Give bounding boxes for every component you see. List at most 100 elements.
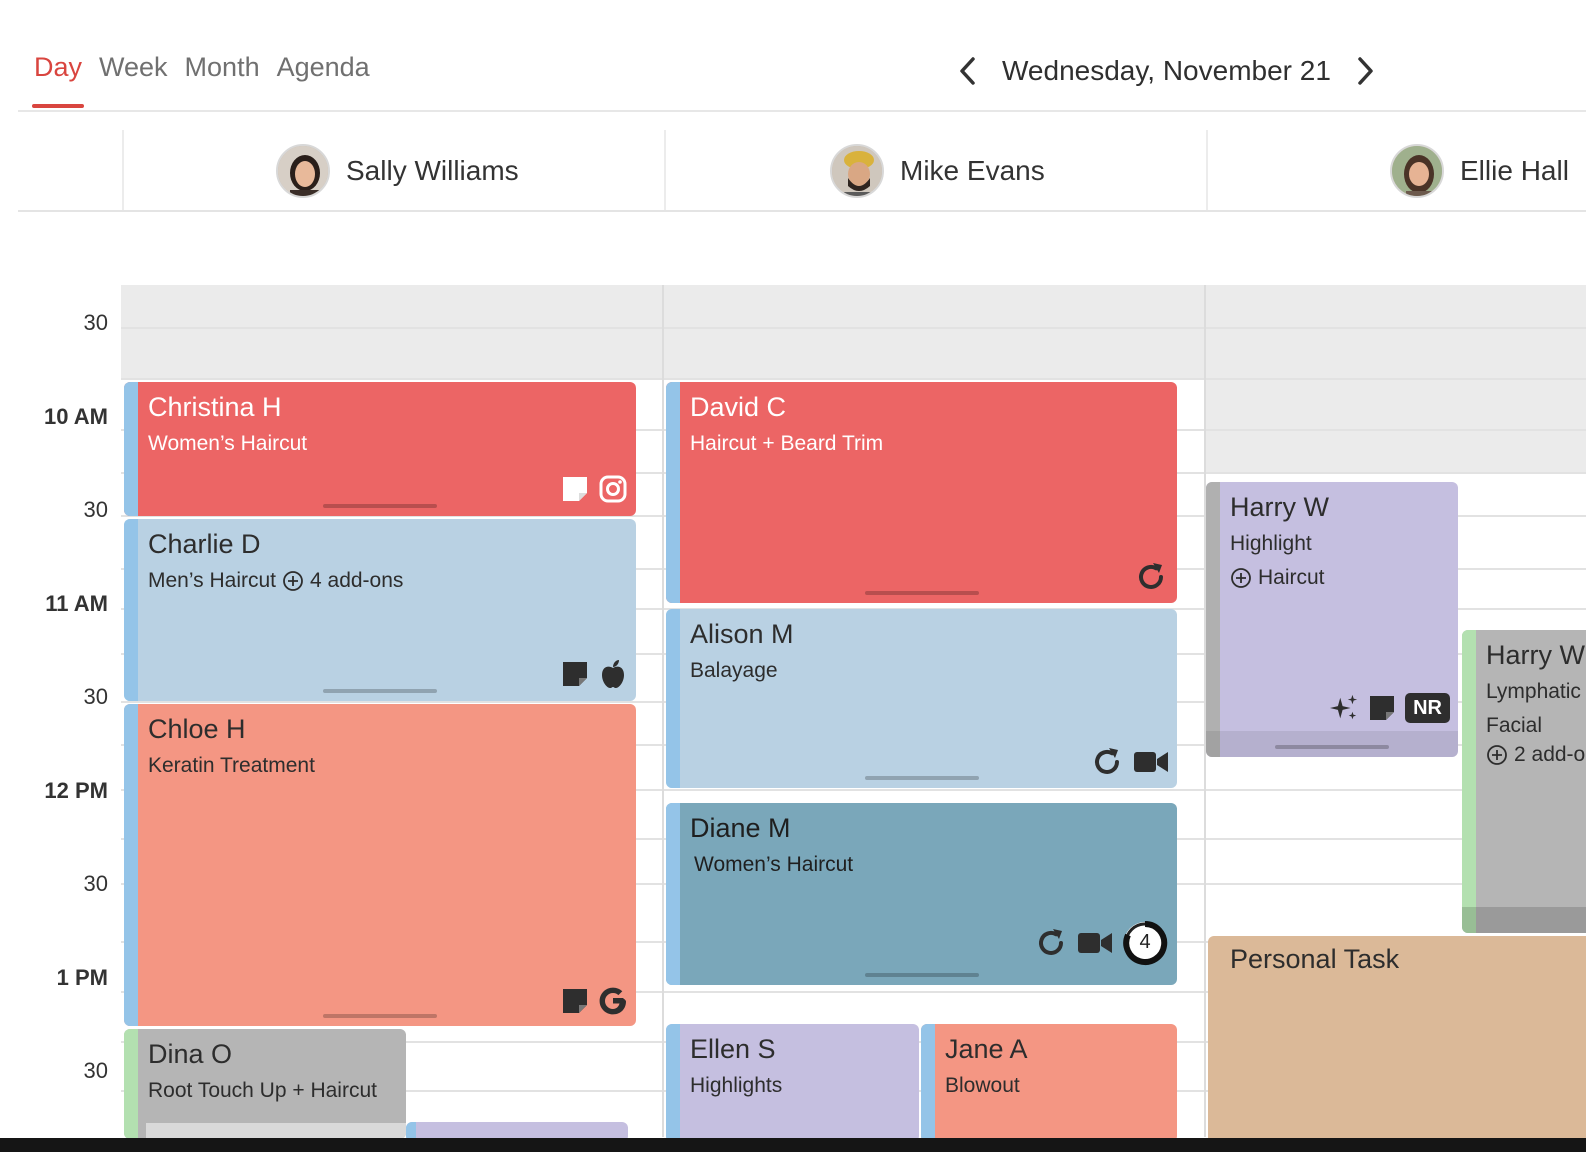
time-label: 12 PM	[44, 778, 108, 803]
grid-line	[121, 327, 1586, 329]
count-badge-icon: 4	[1121, 919, 1169, 967]
service-name: Highlight	[1230, 532, 1312, 555]
google-icon	[598, 986, 628, 1016]
resize-handle[interactable]	[864, 776, 979, 780]
appointment-harry-highlight[interactable]: Harry W Highlight Haircut NR	[1206, 482, 1458, 757]
status-stripe	[666, 1024, 680, 1142]
resize-handle[interactable]	[323, 1014, 437, 1018]
time-label: 30	[83, 871, 108, 896]
client-name: David C	[690, 392, 787, 422]
appointment-diane[interactable]: Diane M Women’s Haircut 4	[666, 803, 1177, 985]
appointment-christina[interactable]: Christina H Women’s Haircut	[124, 382, 636, 516]
client-name: Diane M	[690, 813, 791, 843]
resize-handle[interactable]	[864, 591, 979, 595]
time-label: 10 AM	[44, 404, 108, 429]
time-label: 30	[83, 1058, 108, 1083]
resize-handle[interactable]	[864, 973, 979, 977]
status-stripe	[1462, 630, 1476, 933]
staff-header-mike[interactable]: Mike Evans	[830, 144, 1045, 198]
count-value: 4	[1139, 931, 1151, 953]
addons-count: 4 add-ons	[310, 569, 404, 592]
tab-agenda[interactable]: Agenda	[277, 50, 370, 84]
note-icon	[560, 986, 590, 1016]
view-tabs: Day Week Month Agenda	[31, 50, 370, 108]
appointment-alison[interactable]: Alison M Balayage	[666, 609, 1177, 788]
current-date[interactable]: Wednesday, November 21	[1002, 50, 1331, 92]
service-name: Balayage	[690, 659, 778, 682]
date-navigator: Wednesday, November 21	[950, 50, 1383, 92]
repeat-icon	[1133, 559, 1169, 595]
plus-circle-icon	[283, 571, 303, 591]
apple-icon	[598, 659, 628, 689]
appointment-icons	[560, 474, 628, 504]
client-name: Harry W	[1230, 492, 1329, 522]
repeat-icon	[1033, 925, 1069, 961]
client-name: Dina O	[148, 1039, 233, 1069]
staff-header-divider	[18, 210, 1586, 212]
status-stripe	[666, 609, 680, 788]
service-name: Women’s Haircut	[148, 432, 308, 455]
staff-name: Sally Williams	[346, 155, 519, 186]
client-name: Jane A	[945, 1034, 1028, 1064]
service-name: Lymphatic	[1486, 680, 1581, 703]
service-line: Men’s Haircut 4 add-ons	[148, 569, 403, 593]
staff-column-divider	[664, 130, 666, 212]
staff-header-sally[interactable]: Sally Williams	[276, 144, 519, 198]
status-stripe	[124, 704, 138, 1026]
addon-name: Haircut	[1258, 566, 1325, 589]
appointment-icons	[1089, 744, 1169, 780]
service-name: Keratin Treatment	[148, 754, 315, 777]
tab-month[interactable]: Month	[185, 50, 260, 84]
appointment-charlie[interactable]: Charlie D Men’s Haircut 4 add-ons	[124, 519, 636, 701]
staff-column-divider	[122, 130, 124, 212]
client-name: Christina H	[148, 392, 282, 422]
appointment-chloe[interactable]: Chloe H Keratin Treatment	[124, 704, 636, 1026]
tab-day[interactable]: Day	[31, 50, 85, 108]
appointment-jane[interactable]: Jane A Blowout	[921, 1024, 1177, 1142]
service-name: Men’s Haircut	[148, 569, 276, 592]
appointment-dina[interactable]: Dina O Root Touch Up + Haircut	[124, 1029, 406, 1139]
chevron-right-icon[interactable]	[1349, 50, 1383, 92]
appointment-harry-facial[interactable]: Harry W Lymphatic Facial 2 add-ons	[1462, 630, 1586, 933]
time-label: 11 AM	[45, 591, 108, 616]
appointment-david[interactable]: David C Haircut + Beard Trim	[666, 382, 1177, 603]
resize-handle[interactable]	[323, 689, 437, 693]
service-name: Blowout	[945, 1074, 1020, 1097]
client-name: Alison M	[690, 619, 794, 649]
note-icon	[1367, 693, 1397, 723]
video-icon	[1077, 925, 1113, 961]
nav-divider	[18, 110, 1586, 112]
note-icon	[560, 659, 590, 689]
off-hours-block	[121, 285, 1586, 379]
plus-circle-icon	[1487, 745, 1507, 765]
sparkle-icon	[1329, 693, 1359, 723]
service-name: Women’s Haircut	[694, 853, 854, 876]
staff-name: Mike Evans	[900, 155, 1045, 186]
appointment-icons: NR	[1329, 693, 1450, 723]
status-stripe	[124, 382, 138, 516]
appointment-icons	[560, 659, 628, 689]
card-footer	[1206, 731, 1458, 757]
staff-header-ellie[interactable]: Ellie Hall	[1390, 144, 1569, 198]
client-name: Chloe H	[148, 714, 246, 744]
appointment-personal-task[interactable]: Personal Task	[1208, 936, 1586, 1146]
time-label: 30	[83, 310, 108, 335]
time-label: 1 PM	[56, 965, 108, 990]
window-bottom-edge	[0, 1138, 1586, 1152]
note-icon	[560, 474, 590, 504]
service-name: Highlights	[690, 1074, 783, 1097]
resize-handle[interactable]	[1275, 745, 1389, 749]
appointment-ellen[interactable]: Ellen S Highlights	[666, 1024, 919, 1142]
avatar	[276, 144, 330, 198]
tab-week[interactable]: Week	[99, 50, 168, 84]
appointment-icons	[1133, 559, 1169, 595]
plus-circle-icon	[1231, 568, 1251, 588]
service-name: Root Touch Up + Haircut	[148, 1079, 377, 1102]
staff-column-divider	[1206, 130, 1208, 212]
status-stripe	[666, 382, 680, 603]
avatar	[1390, 144, 1444, 198]
chevron-left-icon[interactable]	[950, 50, 984, 92]
resize-handle[interactable]	[323, 504, 437, 508]
instagram-icon	[598, 474, 628, 504]
service-name: Haircut + Beard Trim	[690, 432, 884, 455]
